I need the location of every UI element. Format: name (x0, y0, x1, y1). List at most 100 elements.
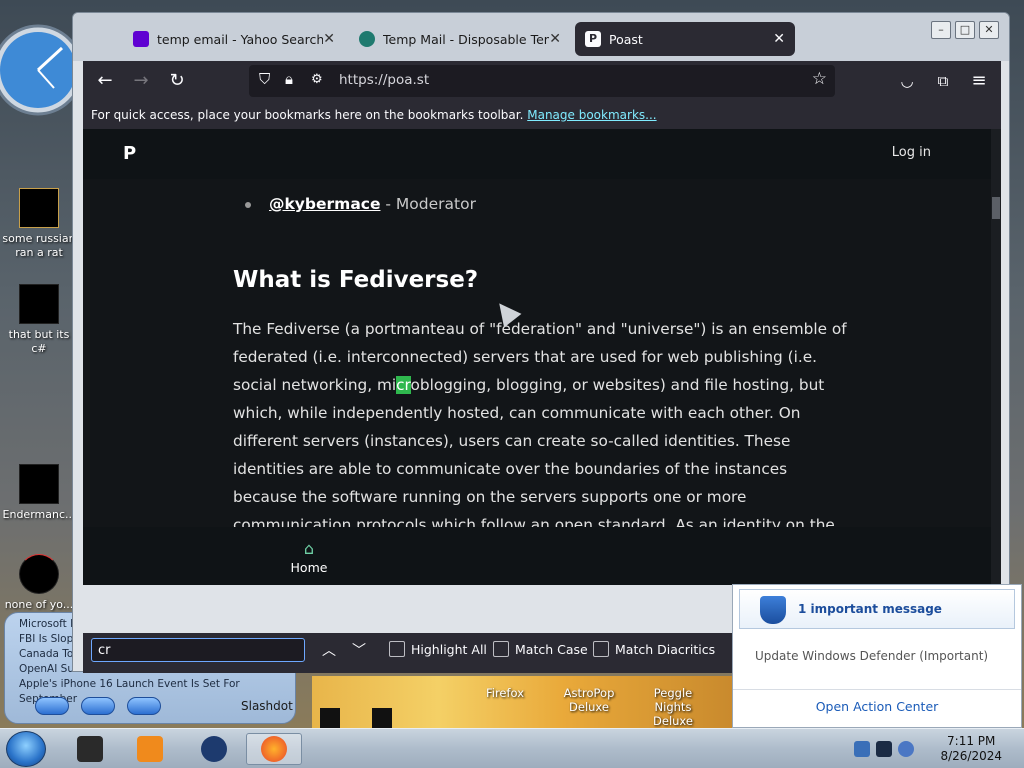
notification-title: 1 important message (798, 602, 942, 616)
find-previous-icon[interactable]: ︿ (319, 640, 339, 660)
lock-icon[interactable]: 🔒︎ (285, 70, 293, 88)
shield-icon[interactable]: ⛉ (259, 70, 270, 88)
desktop-icon-label: some russian ran a rat (2, 232, 76, 259)
close-icon[interactable]: ✕ (549, 31, 561, 47)
tray-network-icon[interactable] (876, 741, 892, 757)
desktop-shortcuts: Firefox AstroPop Deluxe Peggle Nights De… (470, 686, 708, 728)
section-heading: What is Fediverse? (233, 267, 479, 293)
news-prev-button[interactable] (35, 697, 69, 715)
permissions-icon[interactable]: ⚙ (311, 72, 323, 87)
tab-yahoo-search[interactable]: temp email - Yahoo Search Res ✕ (123, 22, 345, 56)
reload-icon[interactable]: ↻ (165, 69, 189, 93)
taskbar: 7:11 PM 8/26/2024 (0, 728, 1024, 768)
checkbox-label: Match Diacritics (615, 641, 716, 657)
desktop-icon-endermanch[interactable]: Endermanc... (0, 464, 78, 522)
clock-date: 8/26/2024 (940, 749, 1002, 763)
folder-icon (19, 188, 59, 228)
moderator-role: - Moderator (380, 195, 476, 213)
taskbar-app-explorer[interactable] (62, 733, 118, 765)
login-button[interactable]: Log in (892, 145, 931, 160)
file-icon (19, 464, 59, 504)
scrollbar-thumb[interactable] (992, 197, 1000, 219)
menu-hamburger-icon[interactable]: ≡ (967, 69, 991, 93)
divider (733, 689, 1021, 690)
find-next-icon[interactable]: ﹀ (349, 640, 369, 660)
close-icon[interactable]: ✕ (323, 31, 335, 47)
page-content: P Log in @kybermace - Moderator What is … (83, 129, 991, 585)
desktop-icon-none-of-you[interactable]: none of yo... (0, 554, 78, 612)
tray-defender-icon[interactable] (854, 741, 870, 757)
news-next-button[interactable] (127, 697, 161, 715)
bullet-icon (245, 201, 251, 208)
maximize-icon[interactable]: □ (955, 21, 975, 39)
system-tray: 7:11 PM 8/26/2024 (836, 729, 1024, 768)
nav-toolbar: ← → ↻ ⛉ 🔒︎ ⚙ https://poa.st ☆ ◡ ⧉ ≡ (83, 61, 1001, 101)
taskbar-app-firefox[interactable] (246, 733, 302, 765)
find-input[interactable] (91, 638, 305, 662)
clock-gadget (0, 24, 74, 116)
home-nav-button[interactable]: ⌂ Home (289, 539, 329, 575)
tab-temp-mail[interactable]: Temp Mail - Disposable Tempor ✕ (349, 22, 571, 56)
moderator-list-item: @kybermace - Moderator (233, 195, 853, 213)
desktop-shortcut-firefox[interactable]: Firefox (470, 686, 540, 728)
checkbox-label: Match Case (515, 641, 588, 657)
news-nav (35, 697, 161, 715)
highlight-all-checkbox[interactable]: Highlight All (389, 641, 487, 657)
explorer-icon (77, 736, 103, 762)
security-shield-icon (760, 596, 786, 624)
desktop-shortcut-peggle[interactable]: Peggle Nights Deluxe (638, 686, 708, 728)
news-pause-button[interactable] (81, 697, 115, 715)
browser-window: temp email - Yahoo Search Res ✕ Temp Mai… (72, 12, 1010, 673)
poast-favicon-icon: P (585, 31, 601, 47)
bookmarks-hint: For quick access, place your bookmarks h… (91, 108, 524, 122)
checkbox-icon (389, 641, 405, 657)
globe-icon (201, 736, 227, 762)
close-icon[interactable]: ✕ (773, 31, 785, 47)
desktop-icon-label: none of yo... (4, 598, 74, 611)
url-text[interactable]: https://poa.st (339, 72, 429, 88)
desktop-icon-label: that but its c# (8, 328, 70, 355)
open-action-center-link[interactable]: Open Action Center (733, 699, 1021, 714)
extensions-icon[interactable]: ⧉ (931, 69, 955, 93)
close-window-icon[interactable]: ✕ (979, 21, 999, 39)
file-icon (19, 554, 59, 594)
poast-logo-icon[interactable]: P (123, 143, 141, 164)
minimize-icon[interactable]: – (931, 21, 951, 39)
tempmail-favicon-icon (359, 31, 375, 47)
firefox-icon (261, 736, 287, 762)
media-player-icon (137, 736, 163, 762)
match-diacritics-checkbox[interactable]: Match Diacritics (593, 641, 715, 657)
url-bar[interactable]: ⛉ 🔒︎ ⚙ https://poa.st ☆ (249, 65, 835, 97)
desktop-icon-label: Endermanc... (2, 508, 76, 521)
action-center-notification[interactable]: 1 important message Update Windows Defen… (732, 584, 1022, 728)
site-header: P Log in (83, 129, 991, 179)
page-scrollbar[interactable] (991, 129, 1001, 585)
find-match-highlight: cr (396, 376, 411, 394)
taskbar-app-globe[interactable] (186, 733, 242, 765)
desktop-icon-that-but-its[interactable]: that but its c# (0, 284, 78, 356)
tray-clock[interactable]: 7:11 PM 8/26/2024 (940, 734, 1002, 764)
checkbox-label: Highlight All (411, 641, 487, 657)
notification-message[interactable]: Update Windows Defender (Important) (755, 649, 988, 663)
back-arrow-icon[interactable]: ← (93, 69, 117, 93)
desktop-icon-some-russian[interactable]: some russian ran a rat (0, 188, 78, 260)
news-source: Slashdot (241, 699, 293, 713)
bookmark-star-icon[interactable]: ☆ (812, 69, 827, 89)
manage-bookmarks-link[interactable]: Manage bookmarks... (527, 108, 656, 122)
window-controls: – □ ✕ (931, 21, 999, 39)
wallpaper-eye (372, 708, 392, 728)
notification-header[interactable]: 1 important message (739, 589, 1015, 629)
taskbar-app-media-player[interactable] (122, 733, 178, 765)
tab-label: Poast (609, 31, 643, 47)
home-label: Home (290, 560, 328, 575)
moderator-link[interactable]: @kybermace (269, 195, 380, 213)
tab-poast[interactable]: P Poast ✕ (575, 22, 795, 56)
match-case-checkbox[interactable]: Match Case (493, 641, 588, 657)
desktop-shortcut-astropop[interactable]: AstroPop Deluxe (554, 686, 624, 728)
forward-arrow-icon[interactable]: → (129, 69, 153, 93)
tab-strip: temp email - Yahoo Search Res ✕ Temp Mai… (73, 13, 1009, 61)
start-button[interactable] (6, 731, 46, 767)
pocket-icon[interactable]: ◡ (895, 69, 919, 93)
tray-volume-icon[interactable] (898, 741, 914, 757)
clock-time: 7:11 PM (947, 734, 996, 748)
